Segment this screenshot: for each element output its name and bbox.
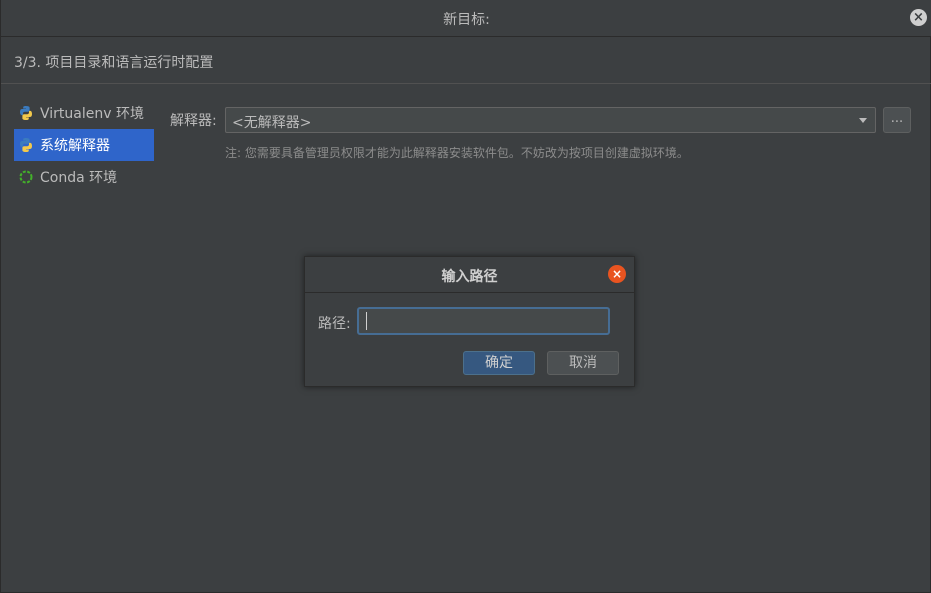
browse-button[interactable]: ...	[883, 107, 911, 133]
chevron-down-icon	[859, 118, 867, 123]
sidebar-item-label: Conda 环境	[40, 170, 118, 186]
window-titlebar: 新目标: ×	[1, 0, 931, 37]
step-header: 3/3. 项目目录和语言运行时配置	[1, 37, 931, 84]
interpreter-label: 解释器:	[170, 113, 217, 129]
sidebar-item-label: Virtualenv 环境	[40, 106, 144, 122]
sidebar-item-system-interpreter[interactable]: 系统解释器	[14, 129, 154, 161]
path-label: 路径:	[318, 316, 351, 332]
environment-sidebar: Virtualenv 环境 系统解释器 Conda 环境	[14, 97, 154, 193]
python-icon	[18, 105, 34, 121]
window-close-icon[interactable]: ×	[910, 9, 927, 26]
new-target-window: 新目标: × 3/3. 项目目录和语言运行时配置 Virtualenv 环境 系…	[0, 0, 931, 593]
dialog-close-icon[interactable]: ×	[608, 265, 626, 283]
sidebar-item-virtualenv[interactable]: Virtualenv 环境	[14, 97, 154, 129]
interpreter-value: <无解释器>	[232, 115, 312, 131]
text-caret	[366, 312, 367, 330]
path-input[interactable]	[357, 307, 610, 335]
sidebar-item-label: 系统解释器	[40, 138, 110, 154]
dialog-titlebar: 输入路径 ×	[305, 257, 634, 293]
ok-button[interactable]: 确定	[463, 351, 535, 375]
enter-path-dialog: 输入路径 × 路径: 确定 取消	[304, 256, 635, 387]
python-icon	[18, 137, 34, 153]
dialog-title: 输入路径	[441, 269, 498, 285]
cancel-button[interactable]: 取消	[547, 351, 619, 375]
window-title: 新目标:	[443, 12, 490, 28]
conda-icon	[18, 169, 34, 185]
interpreter-row: 解释器:	[170, 107, 223, 133]
interpreter-note: 注: 您需要具备管理员权限才能为此解释器安装软件包。不妨改为按项目创建虚拟环境。	[225, 146, 689, 160]
sidebar-item-conda[interactable]: Conda 环境	[14, 161, 154, 193]
interpreter-combobox[interactable]: <无解释器>	[225, 107, 876, 133]
step-title: 3/3. 项目目录和语言运行时配置	[14, 55, 214, 71]
